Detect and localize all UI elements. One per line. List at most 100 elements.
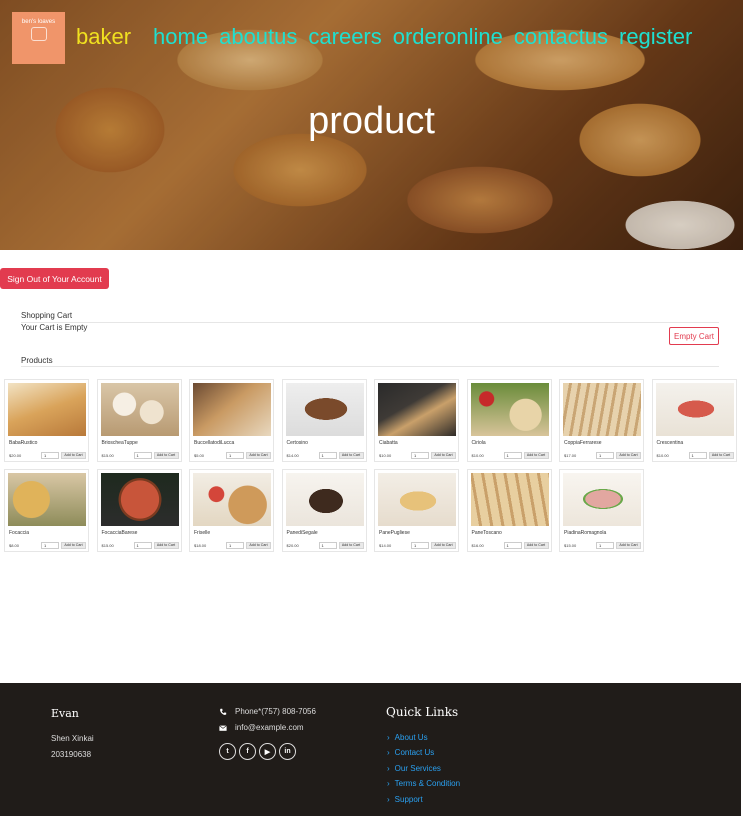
sign-out-button[interactable]: Sign Out of Your Account	[0, 268, 109, 289]
facebook-icon[interactable]: f	[239, 743, 256, 760]
product-price: $10.00	[471, 453, 484, 458]
nav-careers[interactable]: careers	[308, 24, 381, 50]
quantity-input[interactable]: 1	[596, 542, 614, 549]
product-image	[378, 473, 456, 526]
site-logo[interactable]: ben's loaves	[12, 12, 65, 64]
chevron-right-icon: ›	[387, 748, 390, 757]
add-to-cart-button[interactable]: Add to Cart	[61, 452, 86, 459]
add-to-cart-button[interactable]: Add to Cart	[338, 452, 364, 459]
quantity-input[interactable]: 1	[596, 452, 614, 459]
quick-link-about[interactable]: › About Us	[387, 733, 428, 742]
product-image	[655, 383, 734, 436]
nav-register[interactable]: register	[619, 24, 692, 50]
main-nav: baker home aboutus careers orderonline c…	[76, 24, 703, 50]
product-card: Certosino $14.00 1 Add to Cart	[281, 379, 367, 462]
footer-email: info@example.com	[219, 723, 304, 732]
add-to-cart-button[interactable]: Add to Cart	[153, 542, 179, 549]
quantity-input[interactable]: 1	[688, 452, 707, 459]
product-name: BabaRustico	[9, 440, 38, 446]
product-price: $15.00	[101, 543, 114, 548]
chevron-right-icon: ›	[387, 795, 390, 804]
product-name: CoppiaFerrarese	[564, 440, 602, 446]
product-card: Friselle $18.00 1 Add to Cart	[189, 469, 274, 552]
footer: Evan Shen Xinkai 203190638 Phone*(757) 8…	[0, 683, 741, 816]
product-card: Ciabatta $10.00 1 Add to Cart	[374, 379, 459, 462]
quantity-input[interactable]: 1	[133, 452, 152, 459]
chevron-right-icon: ›	[387, 764, 390, 773]
quantity-input[interactable]: 1	[503, 542, 522, 549]
product-name: Focaccia	[9, 530, 30, 536]
product-price: $10.00	[379, 453, 392, 458]
quantity-input[interactable]: 1	[226, 452, 244, 459]
product-card: PaneToscano $16.00 1 Add to Cart	[466, 469, 552, 552]
product-card: BabaRustico $20.00 1 Add to Cart	[4, 379, 89, 462]
footer-name: Evan	[51, 707, 79, 720]
add-to-cart-button[interactable]: Add to Cart	[523, 452, 549, 459]
quantity-input[interactable]: 1	[226, 542, 244, 549]
product-name: PaneToscano	[471, 530, 502, 536]
add-to-cart-button[interactable]: Add to Cart	[61, 542, 86, 549]
youtube-icon[interactable]: ▶	[259, 743, 276, 760]
add-to-cart-button[interactable]: Add to Cart	[431, 452, 456, 459]
quick-link-support[interactable]: › Support	[387, 795, 423, 804]
add-to-cart-button[interactable]: Add to Cart	[246, 542, 271, 549]
product-image	[563, 383, 641, 436]
quantity-input[interactable]: 1	[411, 452, 429, 459]
social-links: t f ▶ in	[219, 743, 296, 760]
product-name: BrioscheaTuppe	[101, 440, 138, 446]
add-to-cart-button[interactable]: Add to Cart	[338, 542, 364, 549]
quantity-input[interactable]: 1	[41, 452, 59, 459]
product-card: PiadinaRomagnola $15.00 1 Add to Cart	[559, 469, 644, 552]
quick-link-contact[interactable]: › Contact Us	[387, 748, 434, 757]
product-price: $20.00	[286, 543, 299, 548]
cart-status: Your Cart is Empty	[21, 323, 88, 332]
product-name: Crescentina	[656, 440, 684, 446]
product-card: BuccellatodiLucca $5.00 1 Add to Cart	[189, 379, 274, 462]
nav-aboutus[interactable]: aboutus	[219, 24, 297, 50]
product-price: $14.00	[379, 543, 392, 548]
twitter-icon[interactable]: t	[219, 743, 236, 760]
add-to-cart-button[interactable]: Add to Cart	[616, 452, 641, 459]
product-price: $20.00	[9, 453, 22, 458]
product-grid: BabaRustico $20.00 1 Add to Cart BrioscheaTu…	[4, 379, 743, 552]
product-price: $18.00	[194, 543, 207, 548]
nav-brand[interactable]: baker	[76, 24, 131, 50]
quantity-input[interactable]: 1	[318, 542, 337, 549]
logo-mark-icon	[30, 27, 47, 41]
product-name: PanediSegale	[286, 530, 318, 536]
footer-line-1: Shen Xinkai	[51, 734, 94, 743]
quantity-input[interactable]: 1	[318, 452, 337, 459]
linkedin-icon[interactable]: in	[279, 743, 296, 760]
add-to-cart-button[interactable]: Add to Cart	[616, 542, 641, 549]
product-image	[563, 473, 641, 526]
add-to-cart-button[interactable]: Add to Cart	[523, 542, 549, 549]
quantity-input[interactable]: 1	[41, 542, 59, 549]
quick-link-services[interactable]: › Our Services	[387, 764, 441, 773]
empty-cart-button[interactable]: Empty Cart	[669, 327, 719, 345]
chevron-right-icon: ›	[387, 779, 390, 788]
quick-link-terms[interactable]: › Terms & Condition	[387, 779, 460, 788]
nav-contactus[interactable]: contactus	[514, 24, 608, 50]
products-heading: Products	[21, 356, 53, 365]
product-price: $14.00	[286, 453, 299, 458]
add-to-cart-button[interactable]: Add to Cart	[708, 452, 734, 459]
quick-links-title: Quick Links	[386, 705, 459, 719]
product-price: $15.00	[101, 453, 114, 458]
nav-home[interactable]: home	[153, 24, 208, 50]
product-name: PanePugliese	[379, 530, 410, 536]
product-name: Certosino	[286, 440, 308, 446]
add-to-cart-button[interactable]: Add to Cart	[246, 452, 271, 459]
products-divider	[21, 366, 719, 367]
email-text[interactable]: info@example.com	[235, 723, 304, 732]
quantity-input[interactable]: 1	[503, 452, 522, 459]
product-image	[193, 383, 271, 436]
product-name: Ciabatta	[379, 440, 398, 446]
nav-orderonline[interactable]: orderonline	[393, 24, 503, 50]
quantity-input[interactable]: 1	[411, 542, 429, 549]
add-to-cart-button[interactable]: Add to Cart	[153, 452, 179, 459]
add-to-cart-button[interactable]: Add to Cart	[431, 542, 456, 549]
product-card: PanediSegale $20.00 1 Add to Cart	[281, 469, 367, 552]
quantity-input[interactable]: 1	[133, 542, 152, 549]
product-image	[378, 383, 456, 436]
product-price: $10.00	[656, 453, 669, 458]
